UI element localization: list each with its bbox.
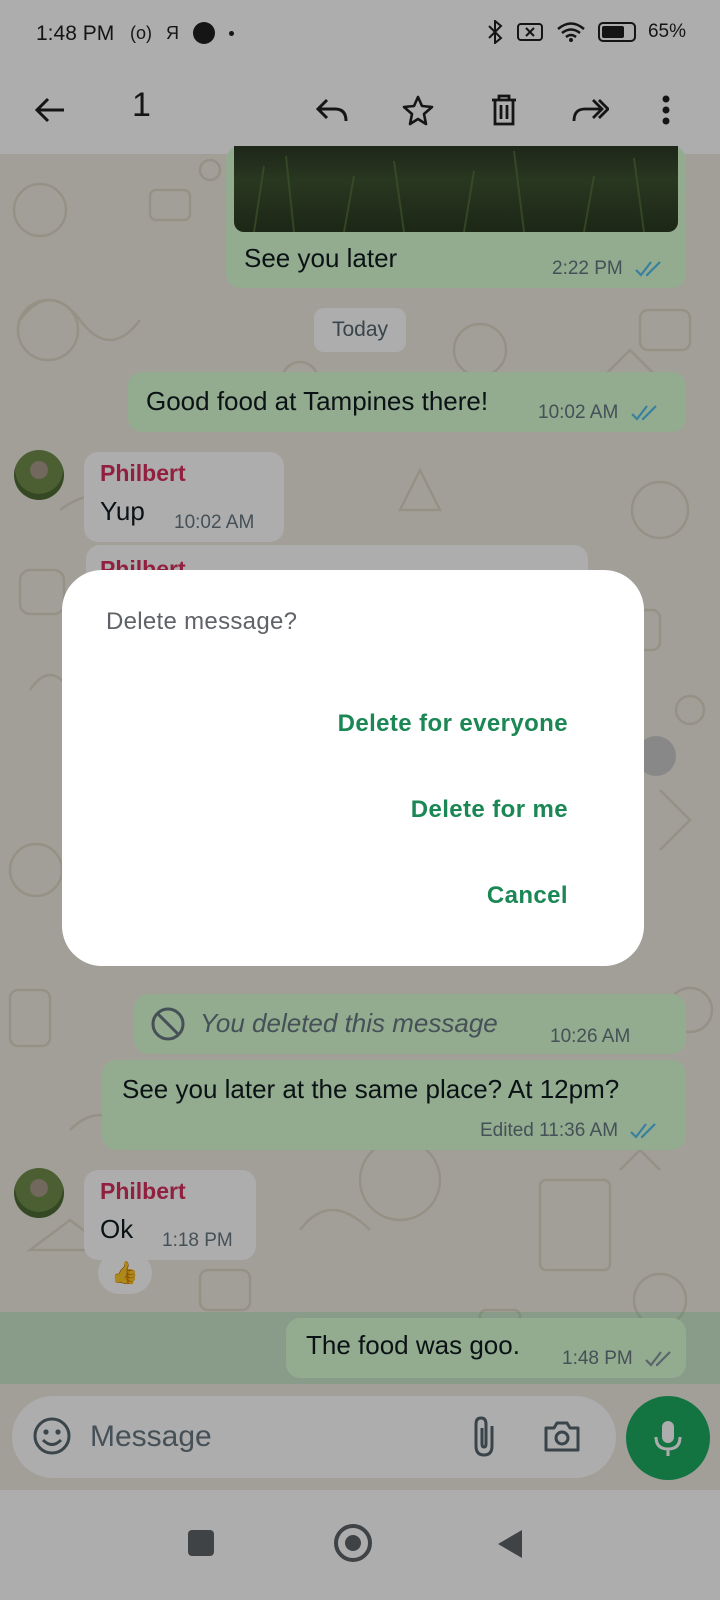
cancel-button[interactable]: Cancel: [487, 882, 568, 910]
delete-for-me-button[interactable]: Delete for me: [411, 796, 568, 824]
delete-for-everyone-button[interactable]: Delete for everyone: [338, 710, 568, 738]
delete-message-dialog: Delete message? Delete for everyone Dele…: [62, 570, 644, 966]
dialog-title: Delete message?: [106, 608, 298, 635]
